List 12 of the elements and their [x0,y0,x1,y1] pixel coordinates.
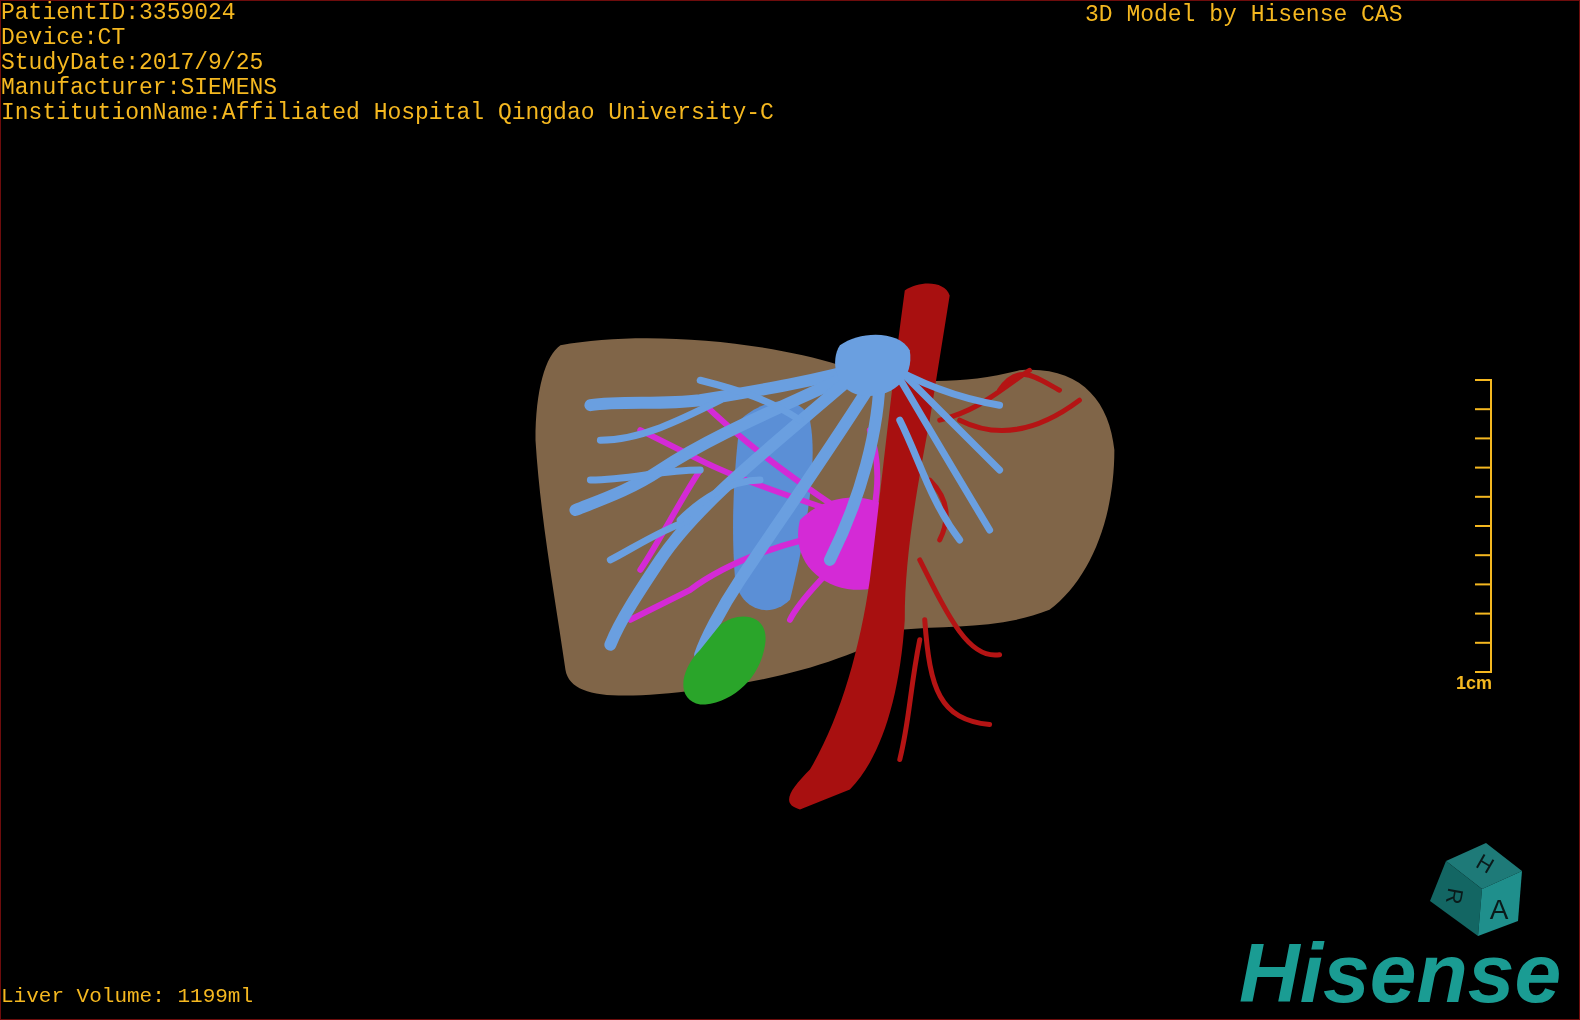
logo-text: Hisense [1239,931,1562,1015]
cube-label: H [1472,849,1499,879]
info-text: PatientID:3359024 [1,1,237,26]
info-text: InstitutionName:Affiliated Hospital Qingdao University-C [1,101,774,126]
info-text: Device:CT [1,26,127,51]
liver-volume-text: Liver Volume: 1199ml [1,985,254,1009]
cube-label: R [1440,886,1469,907]
info-text: Manufacturer:SIEMENS [1,76,279,101]
title-text: 3D Model by Hisense CAS [1085,3,1403,28]
cube-label: A [1489,894,1509,925]
info-text: StudyDate:2017/9/25 [1,51,265,76]
scale-label: 1cm [1456,673,1493,693]
